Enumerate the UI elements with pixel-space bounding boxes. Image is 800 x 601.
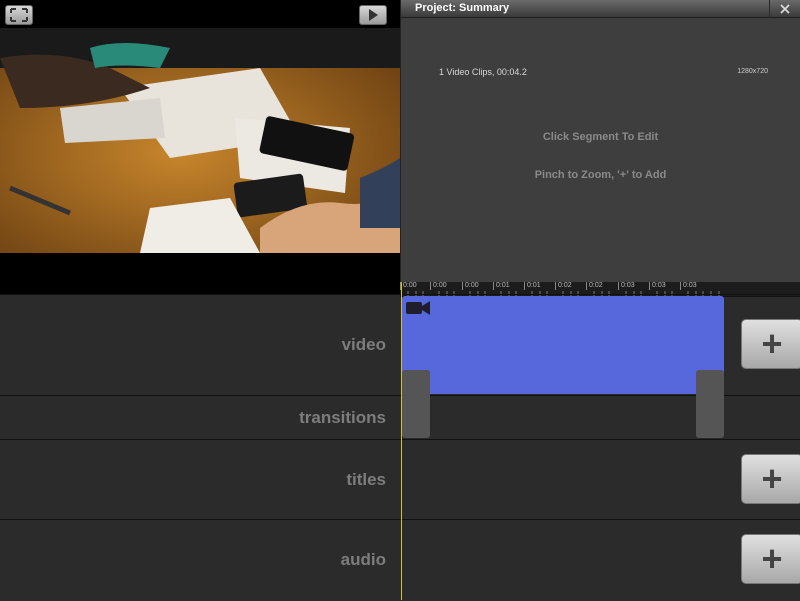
add-audio-button[interactable]: + xyxy=(741,534,800,584)
project-title: Project: Summary xyxy=(415,2,510,14)
audio-track-label: audio xyxy=(340,550,386,569)
close-button[interactable] xyxy=(769,0,800,18)
video-track-label: video xyxy=(341,335,386,354)
video-preview xyxy=(0,0,400,294)
ruler-tick: 0:00 xyxy=(430,282,447,290)
transitions-track: transitions xyxy=(0,395,800,440)
resolution-label: 1280x720 xyxy=(737,68,768,75)
video-frame xyxy=(0,28,400,253)
video-clip-segment[interactable] xyxy=(402,296,724,394)
ruler-tick: 0:00 xyxy=(462,282,479,290)
fullscreen-button[interactable] xyxy=(5,5,33,25)
transitions-track-label: transitions xyxy=(299,408,386,427)
close-icon xyxy=(780,4,790,14)
playhead[interactable] xyxy=(401,282,402,600)
clip-info: 1 Video Clips, 00:04.2 xyxy=(439,67,527,77)
ruler-tick: 0:01 xyxy=(524,282,541,290)
zoom-hint: Pinch to Zoom, '+' to Add xyxy=(534,169,667,181)
add-title-button[interactable]: + xyxy=(741,454,800,504)
ruler-tick: 0:03 xyxy=(649,282,666,290)
audio-track: audio xyxy=(0,519,800,601)
ruler-tick: 0:03 xyxy=(680,282,697,290)
ruler-tick: 0:02 xyxy=(586,282,603,290)
project-summary-panel: Project: Summary 1 Video Clips, 00:04.2 … xyxy=(400,0,800,282)
ruler-tick: 0:00 xyxy=(400,282,417,290)
play-button[interactable] xyxy=(359,5,387,25)
titles-track: titles xyxy=(0,439,800,520)
clip-trim-handle-left[interactable] xyxy=(402,370,430,438)
titles-track-label: titles xyxy=(346,470,386,489)
ruler-tick: 0:03 xyxy=(618,282,635,290)
clip-trim-handle-right[interactable] xyxy=(696,370,724,438)
summary-header: Project: Summary xyxy=(401,0,800,18)
add-video-button[interactable]: + xyxy=(741,319,800,369)
video-camera-icon xyxy=(406,301,430,315)
edit-hint: Click Segment To Edit xyxy=(542,131,659,143)
play-icon xyxy=(369,9,378,21)
ruler-tick: 0:02 xyxy=(555,282,572,290)
ruler-tick: 0:01 xyxy=(493,282,510,290)
fullscreen-icon xyxy=(10,8,28,22)
